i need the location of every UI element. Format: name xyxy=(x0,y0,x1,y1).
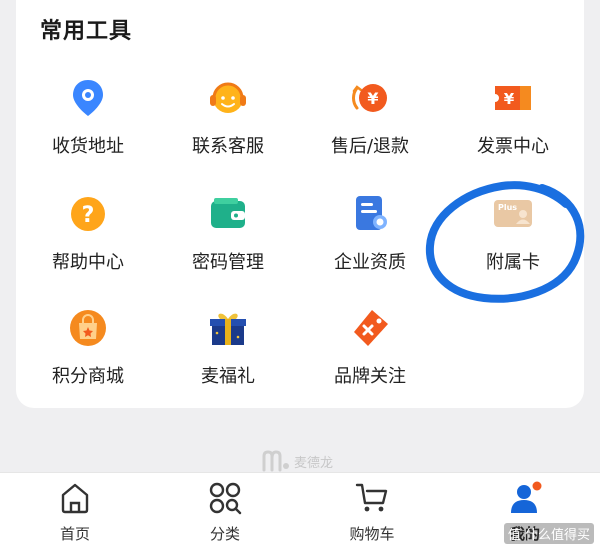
brand-watermark: 麦德龙 xyxy=(262,448,333,474)
shopping-cart-icon xyxy=(355,483,388,512)
question-mark-icon: ? xyxy=(71,197,105,231)
tool-brand-follow[interactable]: 品牌关注 xyxy=(300,306,440,406)
section-title: 常用工具 xyxy=(40,19,133,44)
shopping-bag-icon xyxy=(70,310,106,346)
tab-cart[interactable]: 购物车 xyxy=(297,473,447,548)
tool-label: 收货地址 xyxy=(52,136,124,157)
tab-label: 首页 xyxy=(59,525,90,543)
user-profile-icon xyxy=(511,481,542,513)
tool-mai-gift[interactable]: 麦福礼 xyxy=(158,306,298,406)
wallet-icon xyxy=(211,198,245,228)
tab-category[interactable]: 分类 xyxy=(150,473,300,548)
tool-label: 品牌关注 xyxy=(334,366,406,387)
tab-label: 分类 xyxy=(209,525,240,543)
bottom-tab-bar: 首页 分类 购物车 我的 值 什么值得买 xyxy=(0,472,600,548)
invoice-ticket-icon: ¥ xyxy=(495,86,531,110)
tool-help-center[interactable]: ? 帮助中心 xyxy=(18,192,158,292)
tool-customer-service[interactable]: 联系客服 xyxy=(158,76,298,176)
tab-label: 购物车 xyxy=(349,525,395,543)
svg-text:?: ? xyxy=(82,203,95,228)
tool-label: 联系客服 xyxy=(192,136,264,157)
gift-box-icon xyxy=(210,313,246,345)
tool-label: 帮助中心 xyxy=(52,252,124,273)
tool-label: 附属卡 xyxy=(486,252,540,273)
svg-text:¥: ¥ xyxy=(504,90,515,108)
tool-invoice-center[interactable]: ¥ 发票中心 xyxy=(443,76,583,176)
tool-after-sales-refund[interactable]: ¥ 售后/退款 xyxy=(300,76,440,176)
headset-icon xyxy=(210,82,246,113)
tool-shipping-address[interactable]: 收货地址 xyxy=(18,76,158,176)
corner-watermark: 值 什么值得买 xyxy=(503,523,594,544)
tab-home[interactable]: 首页 xyxy=(0,473,150,548)
tool-points-mall[interactable]: 积分商城 xyxy=(18,306,158,406)
refund-coin-icon: ¥ xyxy=(352,84,387,112)
tool-enterprise-qualification[interactable]: 企业资质 xyxy=(300,192,440,292)
tool-label: 售后/退款 xyxy=(330,136,410,157)
tag-icon xyxy=(354,310,388,346)
tool-password-management[interactable]: 密码管理 xyxy=(158,192,298,292)
page: 常用工具 收货地址 联系客服 ¥ 售后/退款 ¥ 发票中心 ? 帮助中心 密码管… xyxy=(0,0,600,548)
category-grid-icon xyxy=(209,482,242,515)
tool-label: 企业资质 xyxy=(334,252,406,273)
location-pin-icon xyxy=(73,80,103,116)
certificate-icon xyxy=(356,196,387,230)
card-plus-text: Plus xyxy=(498,203,517,212)
tool-supplementary-card[interactable]: Plus 附属卡 xyxy=(443,192,583,292)
tool-label: 麦福礼 xyxy=(201,366,255,387)
home-icon xyxy=(61,483,89,514)
tool-label: 密码管理 xyxy=(192,252,264,273)
membership-card-icon: Plus xyxy=(494,200,532,227)
watermark-text: 麦德龙 xyxy=(294,455,334,471)
svg-text:¥: ¥ xyxy=(367,89,378,108)
tool-label: 发票中心 xyxy=(477,136,549,157)
metro-logo-icon xyxy=(262,450,289,472)
tool-label: 积分商城 xyxy=(52,366,124,387)
